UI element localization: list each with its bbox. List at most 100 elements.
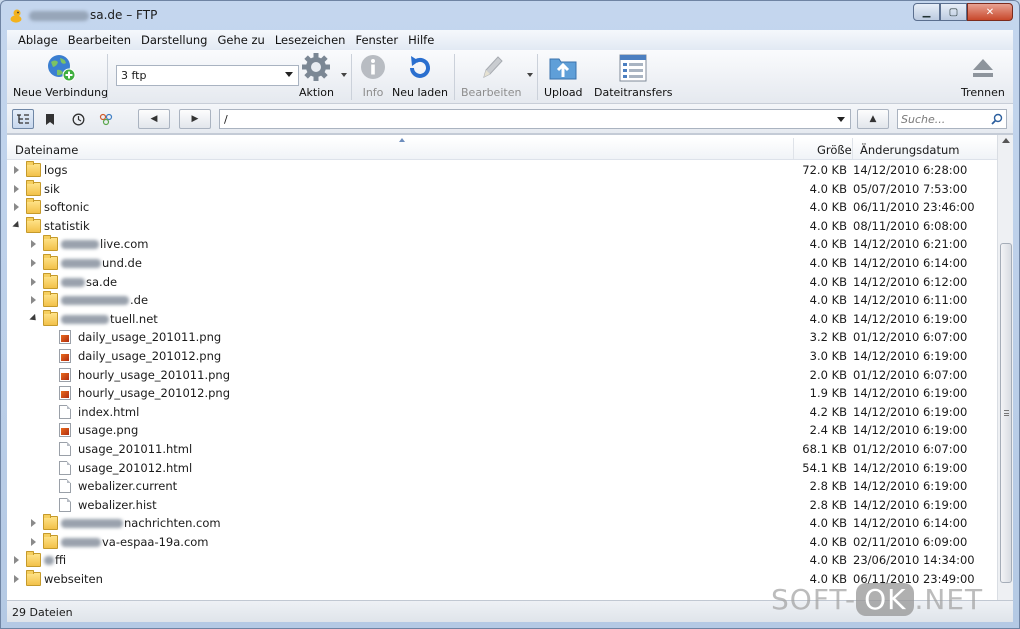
browser-view-button[interactable] [12, 109, 34, 129]
new-connection-label: Neue Verbindung [13, 86, 109, 99]
menu-ablage[interactable]: Ablage [13, 33, 63, 47]
file-name-text: live.com [100, 237, 149, 252]
file-row[interactable]: live.com 4.0 KB 14/12/2010 6:21:00 [7, 235, 997, 254]
file-date: 14/12/2010 6:11:00 [853, 293, 968, 308]
bonjour-icon [99, 113, 113, 125]
file-row[interactable]: webalizer.current 2.8 KB 14/12/2010 6:19:0… [7, 477, 997, 496]
file-date: 14/12/2010 6:19:00 [853, 386, 968, 401]
collapsed-triangle-icon[interactable] [14, 575, 19, 584]
parent-directory-button[interactable]: ▲ [857, 109, 889, 129]
collapsed-triangle-icon[interactable] [31, 277, 36, 286]
menu-darstellung[interactable]: Darstellung [136, 33, 212, 47]
maximize-button[interactable]: ▢ [940, 3, 967, 21]
collapsed-triangle-icon[interactable] [14, 184, 19, 193]
edit-dropdown-icon[interactable] [527, 73, 533, 77]
file-size: 4.0 KB [809, 293, 847, 308]
toolbar-separator [537, 54, 538, 100]
file-size: 68.1 KB [802, 441, 847, 456]
file-row[interactable]: tuell.net 4.0 KB 14/12/2010 6:19:00 [7, 309, 997, 329]
new-connection-button[interactable]: Neue Verbindung [13, 53, 108, 99]
menu-bearbeiten[interactable]: Bearbeiten [63, 33, 136, 47]
expanded-triangle-icon[interactable] [12, 220, 22, 230]
column-size[interactable]: Größe [817, 143, 852, 157]
disconnect-button[interactable]: Trennen [961, 53, 1005, 99]
file-row[interactable]: sa.de 4.0 KB 14/12/2010 6:12:00 [7, 272, 997, 292]
file-row[interactable]: sik 4.0 KB 05/07/2010 7:53:00 [7, 179, 997, 199]
image-file-icon [59, 330, 71, 345]
file-row[interactable]: statistik 4.0 KB 08/11/2010 6:08:00 [7, 216, 997, 236]
history-view-button[interactable] [67, 109, 89, 129]
transfers-button[interactable]: Dateitransfers [594, 53, 673, 99]
collapsed-triangle-icon[interactable] [31, 296, 36, 305]
close-button[interactable]: ✕ [967, 3, 1013, 21]
file-name: usage_201012.html [78, 461, 192, 475]
file-row[interactable]: usage_201012.html 54.1 KB 14/12/2010 6:19:… [7, 459, 997, 478]
edit-button[interactable]: Bearbeiten [461, 53, 521, 99]
collapsed-triangle-icon[interactable] [31, 258, 36, 267]
file-row[interactable]: va-espaa-19a.com 4.0 KB 02/11/2010 6:09:00 [7, 532, 997, 552]
action-button[interactable]: Aktion [299, 53, 334, 99]
info-button[interactable]: Info [357, 53, 389, 99]
search-input[interactable]: Suche... [897, 109, 1007, 129]
collapsed-triangle-icon[interactable] [31, 240, 36, 249]
document-file-icon [59, 441, 71, 456]
redacted-text [61, 314, 109, 324]
action-dropdown-icon[interactable] [341, 73, 347, 77]
file-row[interactable]: usage.png 2.4 KB 14/12/2010 6:19:00 [7, 421, 997, 440]
column-modified[interactable]: Änderungsdatum [860, 143, 959, 157]
menu-fenster[interactable]: Fenster [350, 33, 403, 47]
info-label: Info [362, 86, 384, 99]
vertical-scrollbar[interactable] [997, 135, 1013, 601]
file-name-text: hourly_usage_201011.png [78, 367, 230, 382]
document-file-icon [59, 479, 71, 494]
scroll-thumb[interactable] [1000, 243, 1012, 583]
file-rows: logs 72.0 KB 14/12/2010 6:28:00 sik 4.0 KB 05… [7, 161, 997, 589]
folder-icon [26, 198, 41, 215]
path-value: / [224, 113, 228, 126]
title-bar[interactable]: sa.de – FTP ▁ ▢ ✕ [1, 1, 1019, 29]
file-row[interactable]: .de 4.0 KB 14/12/2010 6:11:00 [7, 291, 997, 310]
path-select[interactable]: / [219, 109, 851, 129]
menu-gehe-zu[interactable]: Gehe zu [212, 33, 269, 47]
file-row[interactable]: usage_201011.html 68.1 KB 01/12/2010 6:07:… [7, 440, 997, 459]
file-row[interactable]: und.de 4.0 KB 14/12/2010 6:14:00 [7, 253, 997, 273]
file-row[interactable]: webalizer.hist 2.8 KB 14/12/2010 6:19:00 [7, 496, 997, 515]
collapsed-triangle-icon[interactable] [14, 203, 19, 212]
expanded-triangle-icon[interactable] [29, 313, 39, 323]
file-row[interactable]: softonic 4.0 KB 06/11/2010 23:46:00 [7, 198, 997, 217]
collapsed-triangle-icon[interactable] [14, 556, 19, 565]
file-name-text: nachrichten.com [124, 516, 221, 531]
file-row[interactable]: daily_usage_201012.png 3.0 KB 14/12/2010 6… [7, 347, 997, 366]
collapsed-triangle-icon[interactable] [14, 166, 19, 174]
file-row[interactable]: hourly_usage_201011.png 2.0 KB 01/12/2010 … [7, 366, 997, 385]
back-button[interactable]: ◀ [138, 109, 170, 129]
reload-button[interactable]: Neu laden [392, 53, 448, 99]
upload-button[interactable]: Upload [544, 53, 583, 99]
minimize-button[interactable]: ▁ [913, 3, 940, 21]
file-name: sa.de [61, 275, 117, 289]
file-row[interactable]: index.html 4.2 KB 14/12/2010 6:19:00 [7, 403, 997, 422]
file-size: 4.0 KB [809, 534, 847, 549]
file-row[interactable]: hourly_usage_201012.png 1.9 KB 14/12/2010 … [7, 384, 997, 403]
bonjour-view-button[interactable] [95, 109, 117, 129]
file-row[interactable]: ffi 4.0 KB 23/06/2010 14:34:00 [7, 551, 997, 570]
bookmarks-view-button[interactable] [39, 109, 61, 129]
menu-lesezeichen[interactable]: Lesezeichen [270, 33, 351, 47]
collapsed-triangle-icon[interactable] [31, 519, 36, 528]
scroll-up-arrow-icon[interactable] [1002, 138, 1010, 143]
column-name[interactable]: Dateiname [15, 143, 78, 157]
ftp-window: sa.de – FTP ▁ ▢ ✕ Ablage Bearbeiten Dars… [0, 0, 1020, 629]
file-row[interactable]: daily_usage_201011.png 3.2 KB 01/12/2010 6… [7, 328, 997, 347]
file-name: softonic [44, 200, 89, 214]
file-name: live.com [61, 237, 149, 251]
file-row[interactable]: logs 72.0 KB 14/12/2010 6:28:00 [7, 161, 997, 180]
collapsed-triangle-icon[interactable] [31, 537, 36, 546]
server-select[interactable]: 3 ftp [116, 65, 299, 86]
file-size: 2.8 KB [809, 497, 847, 512]
folder-icon [43, 291, 58, 308]
file-row[interactable]: nachrichten.com 4.0 KB 14/12/2010 6:14:00 [7, 514, 997, 533]
file-size: 4.0 KB [809, 553, 847, 568]
forward-button[interactable]: ▶ [179, 109, 211, 129]
menu-hilfe[interactable]: Hilfe [403, 33, 439, 47]
folder-icon [26, 179, 41, 196]
